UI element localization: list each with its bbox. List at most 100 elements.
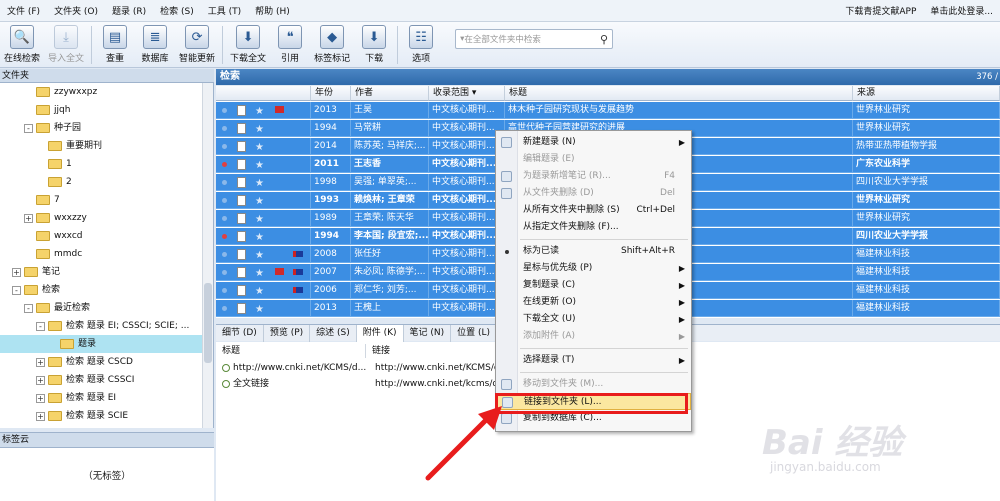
tree-item[interactable]: wxxcd: [36, 227, 83, 245]
tree-item[interactable]: + 检索 题录 SCIE: [36, 407, 128, 425]
star-icon[interactable]: ★: [255, 247, 264, 263]
expand-icon[interactable]: +: [36, 357, 45, 367]
tree-item[interactable]: - 检索: [12, 281, 60, 299]
tree-item[interactable]: 2: [48, 173, 72, 191]
star-icon[interactable]: ★: [255, 229, 264, 245]
menu-item-label: 复制题录 (C): [523, 280, 576, 290]
search-input[interactable]: ▾ 在全部文件夹中检索 ⚲: [455, 29, 614, 49]
tree-item[interactable]: + 检索 题录 CSSCI: [36, 371, 134, 389]
row-icons: ★: [216, 246, 311, 263]
toolbar-button[interactable]: 🔍 在线检索: [0, 22, 44, 64]
icon-column-header[interactable]: [216, 86, 311, 101]
context-menu-item[interactable]: 在线更新 (O) ▶: [496, 294, 691, 311]
context-menu-item[interactable]: 从所有文件夹中删除 (S) Ctrl+Del: [496, 202, 691, 219]
menu-item[interactable]: 工具 (T): [201, 4, 248, 17]
tree-item[interactable]: + 检索 题录 EI: [36, 389, 116, 407]
column-header[interactable]: 来源: [853, 86, 1000, 101]
attachment-row[interactable]: 全文链接 http://www.cnki.net/kcms/d...: [222, 376, 507, 392]
tree-item[interactable]: mmdc: [36, 245, 82, 263]
column-header[interactable]: 标题: [505, 86, 853, 101]
toolbar-button[interactable]: ≣ 数据库: [135, 22, 175, 64]
star-icon[interactable]: ★: [255, 211, 264, 227]
cell-year: 1994: [311, 228, 351, 245]
tree-item[interactable]: + 笔记: [12, 263, 60, 281]
context-menu-item[interactable]: 复制题录 (C) ▶: [496, 277, 691, 294]
folder-icon: [36, 105, 50, 115]
toolbar-button[interactable]: ☷ 选项: [401, 22, 441, 64]
menu-item[interactable]: 帮助 (H): [248, 4, 297, 17]
star-icon[interactable]: ★: [255, 283, 264, 299]
detail-tab[interactable]: 附件 (K): [356, 325, 404, 342]
context-menu-item[interactable]: 下载全文 (U) ▶: [496, 311, 691, 328]
collapse-icon[interactable]: -: [12, 285, 21, 295]
star-icon[interactable]: ★: [255, 157, 264, 173]
scrollbar-thumb[interactable]: [204, 283, 212, 363]
folder-tree-scrollbar[interactable]: [202, 83, 213, 428]
tree-item[interactable]: 重要期刊: [48, 137, 102, 155]
toolbar-button[interactable]: ⬇ 下载: [354, 22, 394, 64]
context-menu-item[interactable]: 星标与优先级 (P) ▶: [496, 260, 691, 277]
star-icon[interactable]: ★: [255, 121, 264, 137]
tree-item[interactable]: - 检索 题录 EI; CSSCI; SCIE; ...: [36, 317, 189, 335]
menu-right-item[interactable]: 下载青提文献APP: [838, 4, 923, 17]
toolbar-button[interactable]: ⬇ 下载全文: [226, 22, 270, 64]
attachment-column-header[interactable]: 链接: [366, 344, 496, 358]
tree-item[interactable]: + 检索 题录 CSCD: [36, 353, 133, 371]
context-menu-item[interactable]: 从指定文件夹删除 (F)...: [496, 219, 691, 236]
toolbar-button[interactable]: ❝ 引用: [270, 22, 310, 64]
cell-source: 四川农业大学学报: [853, 174, 1000, 191]
star-icon[interactable]: ★: [255, 301, 264, 317]
menu-item[interactable]: 文件 (F): [0, 4, 47, 17]
cell-scope: 中文核心期刊...: [429, 282, 505, 299]
tree-item[interactable]: 1: [48, 155, 72, 173]
table-row[interactable]: ★ 2013 王昊 中文核心期刊... 林木种子园研究现状与发展趋势 世界林业研究: [216, 102, 1000, 119]
star-icon[interactable]: ★: [255, 103, 264, 119]
detail-tab[interactable]: 笔记 (N): [404, 325, 452, 342]
star-icon[interactable]: ★: [255, 175, 264, 191]
cell-year: 1998: [311, 174, 351, 191]
expand-icon[interactable]: +: [36, 411, 45, 421]
expand-icon[interactable]: +: [36, 375, 45, 385]
detail-tab[interactable]: 细节 (D): [216, 325, 264, 342]
tree-item[interactable]: jjqh: [36, 101, 70, 119]
tree-item[interactable]: 题录: [0, 335, 202, 353]
tree-item[interactable]: - 最近检索: [24, 299, 90, 317]
toolbar-button[interactable]: ⟳ 智能更新: [175, 22, 219, 64]
column-header[interactable]: 作者: [351, 86, 429, 101]
baidu-watermark-url: jingyan.baidu.com: [770, 460, 881, 474]
attachment-row[interactable]: http://www.cnki.net/KCMS/d... http://www.…: [222, 360, 508, 376]
menu-item[interactable]: 检索 (S): [153, 4, 201, 17]
star-icon[interactable]: ★: [255, 265, 264, 281]
detail-tab[interactable]: 位置 (L): [451, 325, 498, 342]
expand-icon[interactable]: +: [24, 213, 33, 223]
detail-tab[interactable]: 预览 (P): [264, 325, 311, 342]
toolbar-button[interactable]: ◆ 标签标记: [310, 22, 354, 64]
priority-flag-icon: [275, 106, 284, 113]
search-icon[interactable]: ⚲: [600, 33, 608, 46]
menu-item-label: 在线更新 (O): [523, 297, 576, 307]
context-menu-item[interactable]: 选择题录 (T) ▶: [496, 352, 691, 369]
cell-author: 马常耕: [351, 120, 429, 137]
tree-item[interactable]: zzywxxpz: [36, 83, 97, 101]
tree-item[interactable]: 7: [36, 191, 60, 209]
toolbar-button[interactable]: ▤ 查重: [95, 22, 135, 64]
toolbar-button-label: 选项: [412, 54, 431, 64]
tree-item[interactable]: + wxxzzy: [24, 209, 87, 227]
menu-item[interactable]: 题录 (R): [105, 4, 153, 17]
detail-tab[interactable]: 综述 (S): [310, 325, 357, 342]
column-header[interactable]: 收录范围 ▾: [429, 86, 505, 101]
tree-item[interactable]: - 种子园: [24, 119, 81, 137]
collapse-icon[interactable]: -: [36, 321, 45, 331]
context-menu-item[interactable]: 新建题录 (N) ▶: [496, 134, 691, 151]
collapse-icon[interactable]: -: [24, 123, 33, 133]
star-icon[interactable]: ★: [255, 139, 264, 155]
star-icon[interactable]: ★: [255, 193, 264, 209]
menu-right-item[interactable]: 单击此处登录...: [923, 4, 1000, 17]
context-menu-item[interactable]: 标为已读 Shift+Alt+R: [496, 243, 691, 260]
menu-item[interactable]: 文件夹 (O): [47, 4, 105, 17]
attachment-column-header[interactable]: 标题: [216, 344, 366, 358]
expand-icon[interactable]: +: [12, 267, 21, 277]
expand-icon[interactable]: +: [36, 393, 45, 403]
column-header[interactable]: 年份: [311, 86, 351, 101]
collapse-icon[interactable]: -: [24, 303, 33, 313]
